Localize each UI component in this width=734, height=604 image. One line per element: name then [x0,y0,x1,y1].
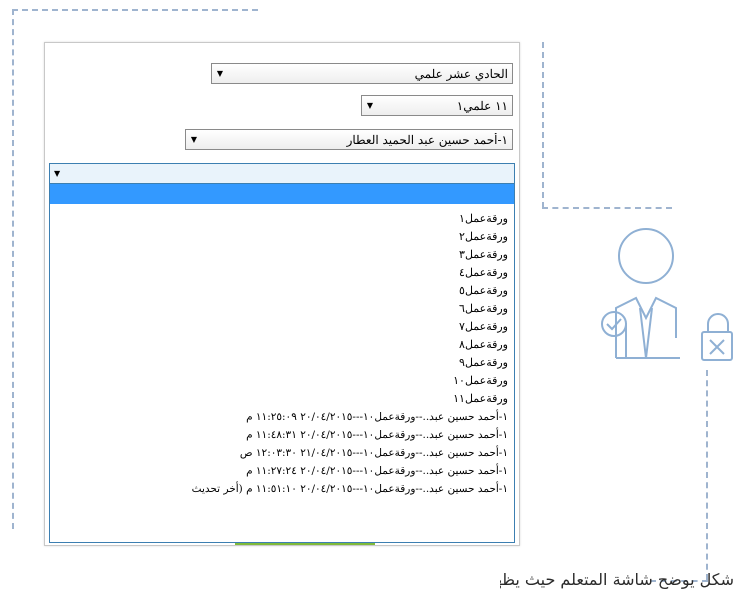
list-item[interactable]: ورقةعمل٦ [50,300,514,318]
list-item[interactable]: ورقةعمل٢ [50,228,514,246]
record-item[interactable]: ١-أحمد حسين عبد..--ورقةعمل١٠---٢٠/٠٤/٢٠١… [50,426,514,444]
dropdown-selected-row[interactable] [50,184,514,204]
list-item[interactable]: ورقةعمل٩ [50,354,514,372]
record-item[interactable]: ١-أحمد حسين عبد..--ورقةعمل١٠---٢٠/٠٤/٢٠١… [50,480,514,498]
class-select-value: ١١ علمي١ [456,98,508,113]
dashed-line-left [12,9,14,529]
person-with-tie-icon [601,228,733,361]
record-item[interactable]: ١-أحمد حسين عبد..--ورقةعمل١٠---٢١/٠٤/٢٠١… [50,444,514,462]
worksheet-dropdown[interactable]: ▼ ورقةعمل١ ورقةعمل٢ ورقةعمل٣ ورقةعمل٤ ور… [49,163,515,543]
dashed-line-right [542,42,544,208]
check-icon [601,311,627,337]
list-item[interactable]: ورقةعمل٨ [50,336,514,354]
chevron-down-icon[interactable]: ▼ [212,69,228,78]
grade-select-value: الحادي عشر علمي [414,66,508,81]
record-item[interactable]: ١-أحمد حسين عبد..--ورقةعمل١٠---٢٠/٠٤/٢٠١… [50,462,514,480]
list-item[interactable]: ورقةعمل٣ [50,246,514,264]
screenshot-panel: الحادي عشر علمي ▼ ١١ علمي١ ▼ ١-أحمد حسين… [44,42,520,546]
dashed-line-connector [706,370,708,580]
list-item[interactable]: ورقةعمل١٠ [50,372,514,390]
student-select-value: ١-أحمد حسين عبد الحميد العطار [346,132,508,147]
chevron-down-icon[interactable]: ▼ [186,135,202,144]
student-select[interactable]: ١-أحمد حسين عبد الحميد العطار ▼ [185,129,513,150]
class-select[interactable]: ١١ علمي١ ▼ [361,95,513,116]
dashed-line-top [12,9,258,11]
grade-select[interactable]: الحادي عشر علمي ▼ [211,63,513,84]
chevron-down-icon[interactable]: ▼ [54,169,60,178]
worksheet-list: ورقةعمل١ ورقةعمل٢ ورقةعمل٣ ورقةعمل٤ ورقة… [50,210,514,498]
dashed-line-mid [542,207,672,209]
list-item[interactable]: ورقةعمل٥ [50,282,514,300]
figure-caption: شكل يوضح شاشة المتعلم حيث يظهر شغله السا… [500,570,734,589]
list-item[interactable]: ورقةعمل٧ [50,318,514,336]
list-item[interactable]: ورقةعمل٤ [50,264,514,282]
list-item[interactable]: ورقةعمل١ [50,210,514,228]
list-item[interactable]: ورقةعمل١١ [50,390,514,408]
record-item[interactable]: ١-أحمد حسين عبد..--ورقةعمل١٠---٢٠/٠٤/٢٠١… [50,408,514,426]
worksheet-dropdown-field[interactable]: ▼ [50,164,514,184]
lock-icon [701,313,733,361]
chevron-down-icon[interactable]: ▼ [362,101,378,110]
